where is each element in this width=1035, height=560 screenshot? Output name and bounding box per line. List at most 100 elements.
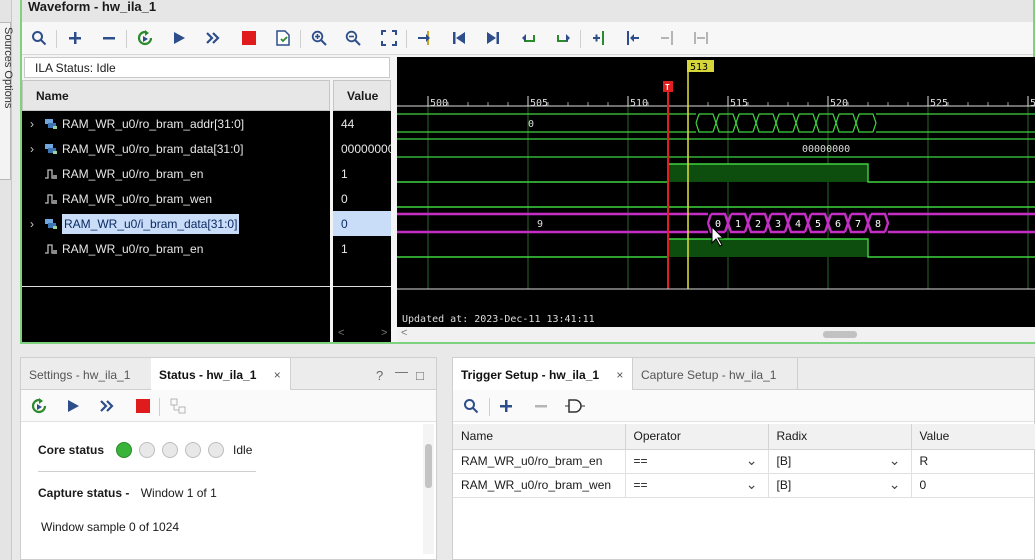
signal-row[interactable]: › RAM_WR_u0/ro_bram_data[31:0] xyxy=(22,136,330,161)
value-scroll-left-icon[interactable]: < xyxy=(338,327,344,339)
value-field[interactable]: R xyxy=(911,449,1035,474)
bus-value-label: 5 xyxy=(815,219,821,230)
waveform-window: Waveform - hw_ila_1 ILA Status: Idle Nam… xyxy=(20,0,1035,344)
status-vertical-scrollbar[interactable] xyxy=(423,424,434,554)
trigger-table-header: Name Operator Radix Value xyxy=(453,424,1035,450)
radix-select[interactable]: [B] xyxy=(768,473,912,498)
swap-cursors-icon[interactable] xyxy=(690,27,712,49)
waveform-title: Waveform - hw_ila_1 xyxy=(22,0,1033,22)
maximize-icon[interactable]: □ xyxy=(416,368,424,383)
previous-transition-icon[interactable] xyxy=(518,27,540,49)
signal-row[interactable]: RAM_WR_u0/ro_bram_en xyxy=(22,236,330,261)
tab-settings[interactable]: Settings - hw_ila_1 xyxy=(21,358,149,390)
trigger-toolbar xyxy=(453,390,1034,422)
search-icon[interactable] xyxy=(460,395,482,417)
zoom-in-icon[interactable] xyxy=(308,27,330,49)
go-to-end-icon[interactable] xyxy=(482,27,504,49)
signal-row[interactable]: › RAM_WR_u0/ro_bram_addr[31:0] xyxy=(22,111,330,136)
vivado-hardware-manager: Sources Options Waveform - hw_ila_1 ILA … xyxy=(0,0,1035,560)
run-trigger-immediate-icon[interactable] xyxy=(134,27,156,49)
waveform-horizontal-scrollbar[interactable]: < xyxy=(397,327,1035,342)
signal-row[interactable]: RAM_WR_u0/ro_bram_wen xyxy=(22,186,330,211)
expand-chevron-icon[interactable]: › xyxy=(30,117,44,131)
side-tab-label: Sources Options xyxy=(2,27,14,109)
search-icon[interactable] xyxy=(28,27,50,49)
bus-trace xyxy=(397,212,708,234)
close-icon[interactable]: × xyxy=(616,368,623,382)
value-field[interactable]: 0 xyxy=(911,473,1035,498)
status-led-icon xyxy=(208,442,225,458)
capture-icon[interactable] xyxy=(167,395,189,417)
table-row[interactable]: RAM_WR_u0/ro_bram_wen == [B] 0 xyxy=(453,473,1035,498)
fast-forward-icon[interactable] xyxy=(202,27,224,49)
column-header[interactable]: Radix xyxy=(768,424,912,450)
gate-icon[interactable] xyxy=(565,395,587,417)
minimize-icon[interactable]: — xyxy=(395,364,408,379)
signal-row[interactable]: RAM_WR_u0/ro_bram_en xyxy=(22,161,330,186)
wave-scroll-thumb[interactable] xyxy=(823,331,857,338)
stop-icon[interactable] xyxy=(132,395,154,417)
updated-at-text: Updated at: 2023-Dec-11 13:41:11 xyxy=(402,314,595,325)
expand-chevron-icon[interactable]: › xyxy=(30,217,44,231)
run-trigger-immediate-icon[interactable] xyxy=(28,395,50,417)
value-scroll-right-icon[interactable]: > xyxy=(381,327,387,339)
tick-label: 505 xyxy=(530,98,548,109)
bus-value-label: 00000000 xyxy=(802,144,850,155)
go-to-cursor-icon[interactable] xyxy=(414,27,436,49)
tab-trigger-setup-label: Trigger Setup - hw_ila_1 xyxy=(461,368,600,382)
tick-label: 530 xyxy=(1030,98,1035,109)
tab-trigger-setup[interactable]: Trigger Setup - hw_ila_1 × xyxy=(453,358,633,391)
signal-name: RAM_WR_u0/ro_bram_en xyxy=(62,166,204,181)
operator-select[interactable]: == xyxy=(625,473,769,498)
scroll-thumb[interactable] xyxy=(425,444,432,488)
signal-row[interactable]: › RAM_WR_u0/i_bram_data[31:0] xyxy=(22,211,330,236)
help-icon[interactable]: ? xyxy=(376,368,383,383)
plus-icon[interactable] xyxy=(495,395,517,417)
bus-value-label: 1 xyxy=(735,219,741,230)
trigger-pane-tabs: Trigger Setup - hw_ila_1 × Capture Setup… xyxy=(453,358,1034,391)
tick-label: 520 xyxy=(830,98,848,109)
go-to-start-icon[interactable] xyxy=(448,27,470,49)
zoom-fit-icon[interactable] xyxy=(378,27,400,49)
plus-icon[interactable] xyxy=(64,27,86,49)
tick-label: 510 xyxy=(630,98,648,109)
side-tab-sources-options[interactable]: Sources Options xyxy=(0,22,14,180)
bus-value-label: 7 xyxy=(855,219,861,230)
run-icon[interactable] xyxy=(168,27,190,49)
next-marker-icon[interactable] xyxy=(656,27,678,49)
table-row[interactable]: RAM_WR_u0/ro_bram_en == [B] R xyxy=(453,449,1035,474)
tab-capture-setup[interactable]: Capture Setup - hw_ila_1 xyxy=(633,358,798,390)
close-icon[interactable]: × xyxy=(274,368,281,382)
column-header[interactable]: Name xyxy=(453,424,626,450)
column-header[interactable]: Value xyxy=(911,424,1035,450)
bus-trace xyxy=(695,113,877,133)
fast-forward-icon[interactable] xyxy=(96,395,118,417)
core-state: Idle xyxy=(233,443,253,457)
status-led-icon xyxy=(185,442,202,458)
tab-capture-setup-label: Capture Setup - hw_ila_1 xyxy=(641,368,777,382)
signal-value: 1 xyxy=(341,241,348,256)
value-column-header[interactable]: Value xyxy=(333,80,391,111)
next-transition-icon[interactable] xyxy=(552,27,574,49)
radix-select[interactable]: [B] xyxy=(768,449,912,474)
run-icon[interactable] xyxy=(62,395,84,417)
add-marker-icon[interactable] xyxy=(588,27,610,49)
column-header[interactable]: Operator xyxy=(625,424,769,450)
wave-scroll-left-icon[interactable]: < xyxy=(401,327,407,339)
zoom-out-icon[interactable] xyxy=(342,27,364,49)
minus-icon[interactable] xyxy=(530,395,552,417)
trigger-marker-label: T xyxy=(665,83,670,92)
operator-select[interactable]: == xyxy=(625,449,769,474)
trigger-setup-pane: Trigger Setup - hw_ila_1 × Capture Setup… xyxy=(452,357,1035,560)
minus-icon[interactable] xyxy=(98,27,120,49)
signal-name: RAM_WR_u0/i_bram_data[31:0] xyxy=(62,213,240,234)
expand-chevron-icon[interactable]: › xyxy=(30,142,44,156)
tab-status[interactable]: Status - hw_ila_1 × xyxy=(151,358,291,391)
name-column-header[interactable]: Name xyxy=(22,80,330,111)
previous-marker-icon[interactable] xyxy=(622,27,644,49)
export-icon[interactable] xyxy=(272,27,294,49)
waveform-canvas[interactable]: 5005055105155205255300000000009012345678… xyxy=(397,57,1035,342)
trigger-probe-name: RAM_WR_u0/ro_bram_en xyxy=(453,449,626,474)
stop-icon[interactable] xyxy=(238,27,260,49)
bus-value-label: 2 xyxy=(755,219,761,230)
